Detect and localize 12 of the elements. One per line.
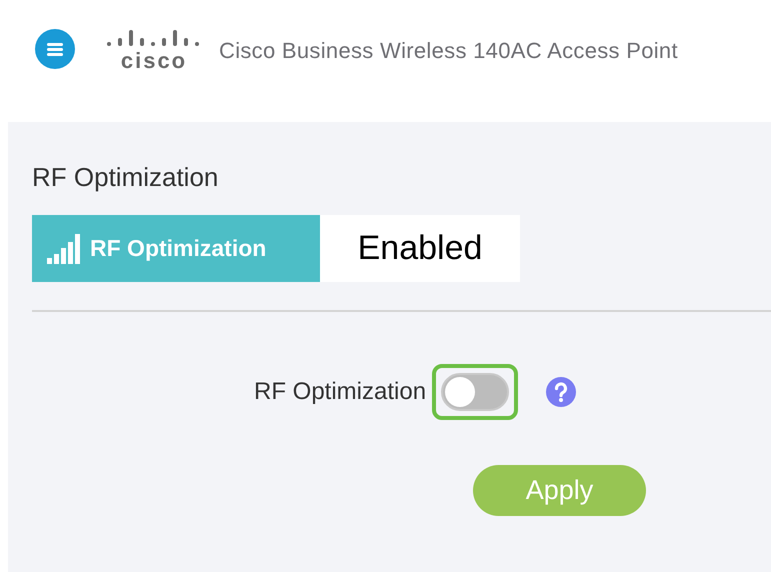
setting-label: RF Optimization [254, 378, 426, 406]
logo-text: cisco [120, 50, 188, 72]
menu-button[interactable] [35, 29, 75, 69]
apply-button[interactable]: Apply [473, 465, 646, 516]
status-value: Enabled [320, 215, 520, 282]
toggle-switch[interactable] [441, 373, 510, 411]
status-label: RF Optimization [90, 235, 266, 262]
menu-icon [47, 42, 63, 56]
product-title: Cisco Business Wireless 140AC Access Point [219, 38, 678, 64]
help-icon[interactable] [546, 377, 576, 407]
signal-icon [46, 234, 82, 264]
section-title: RF Optimization [32, 162, 220, 193]
